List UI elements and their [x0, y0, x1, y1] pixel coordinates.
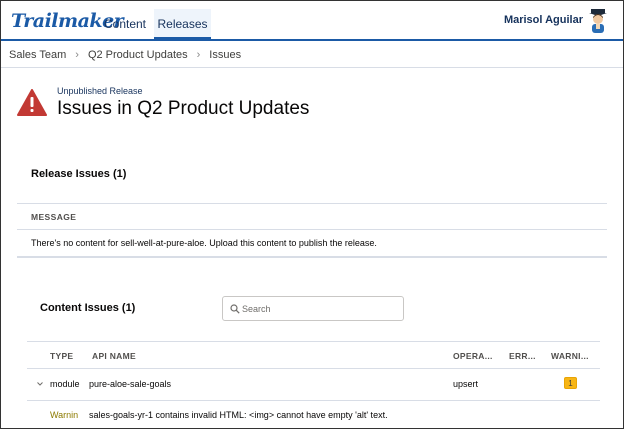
search-input[interactable] — [242, 300, 397, 318]
breadcrumb-item-issues: Issues — [209, 49, 242, 61]
row-operation: upsert — [453, 379, 479, 389]
tab-content[interactable]: Content — [97, 10, 153, 39]
divider — [17, 229, 607, 230]
chevron-right-icon: › — [196, 49, 201, 61]
content-issues-title: Content Issues (1) — [40, 302, 136, 314]
release-issues-title: Release Issues (1) — [31, 168, 127, 180]
warning-count-badge: 1 — [564, 377, 577, 389]
divider — [1, 67, 623, 68]
top-nav: Trailmaker Content Releases Marisol Agui… — [1, 1, 623, 41]
warning-icon — [17, 89, 47, 116]
tab-releases[interactable]: Releases — [154, 9, 211, 40]
release-issues-table: MESSAGE There's no content for sell-well… — [17, 203, 607, 258]
chevron-down-icon[interactable] — [36, 380, 44, 388]
column-header-warnings[interactable]: WARNI... — [551, 351, 589, 361]
message-column-header: MESSAGE — [31, 212, 77, 222]
breadcrumb: Sales Team › Q2 Product Updates › Issues — [9, 49, 241, 61]
column-header-errors[interactable]: ERR... — [509, 351, 536, 361]
app-frame: Trailmaker Content Releases Marisol Agui… — [0, 0, 624, 429]
row-type: module — [50, 379, 80, 389]
column-header-type[interactable]: TYPE — [50, 351, 73, 361]
detail-level: Warnin — [50, 410, 79, 420]
breadcrumb-item-q2-product-updates[interactable]: Q2 Product Updates — [88, 49, 188, 61]
chevron-right-icon: › — [75, 49, 79, 61]
page-title: Issues in Q2 Product Updates — [57, 98, 310, 119]
column-header-operation[interactable]: OPERA... — [453, 351, 493, 361]
page-eyebrow: Unpublished Release — [57, 86, 143, 96]
row-api-name: pure-aloe-sale-goals — [89, 379, 172, 389]
avatar-icon[interactable] — [587, 8, 609, 34]
table-row-detail: Warnin sales-goals-yr-1 contains invalid… — [27, 401, 600, 428]
breadcrumb-item-sales-team[interactable]: Sales Team — [9, 49, 66, 61]
search-box[interactable] — [222, 296, 404, 321]
detail-message: sales-goals-yr-1 contains invalid HTML: … — [89, 410, 388, 420]
release-issue-message: There's no content for sell-well-at-pure… — [31, 238, 377, 248]
table-row[interactable]: module pure-aloe-sale-goals upsert 1 — [27, 369, 600, 401]
column-header-api-name[interactable]: API NAME — [92, 351, 136, 361]
user-name[interactable]: Marisol Aguilar — [504, 14, 583, 26]
table-header: TYPE API NAME OPERA... ERR... WARNI... — [27, 341, 600, 369]
search-icon — [230, 304, 240, 314]
